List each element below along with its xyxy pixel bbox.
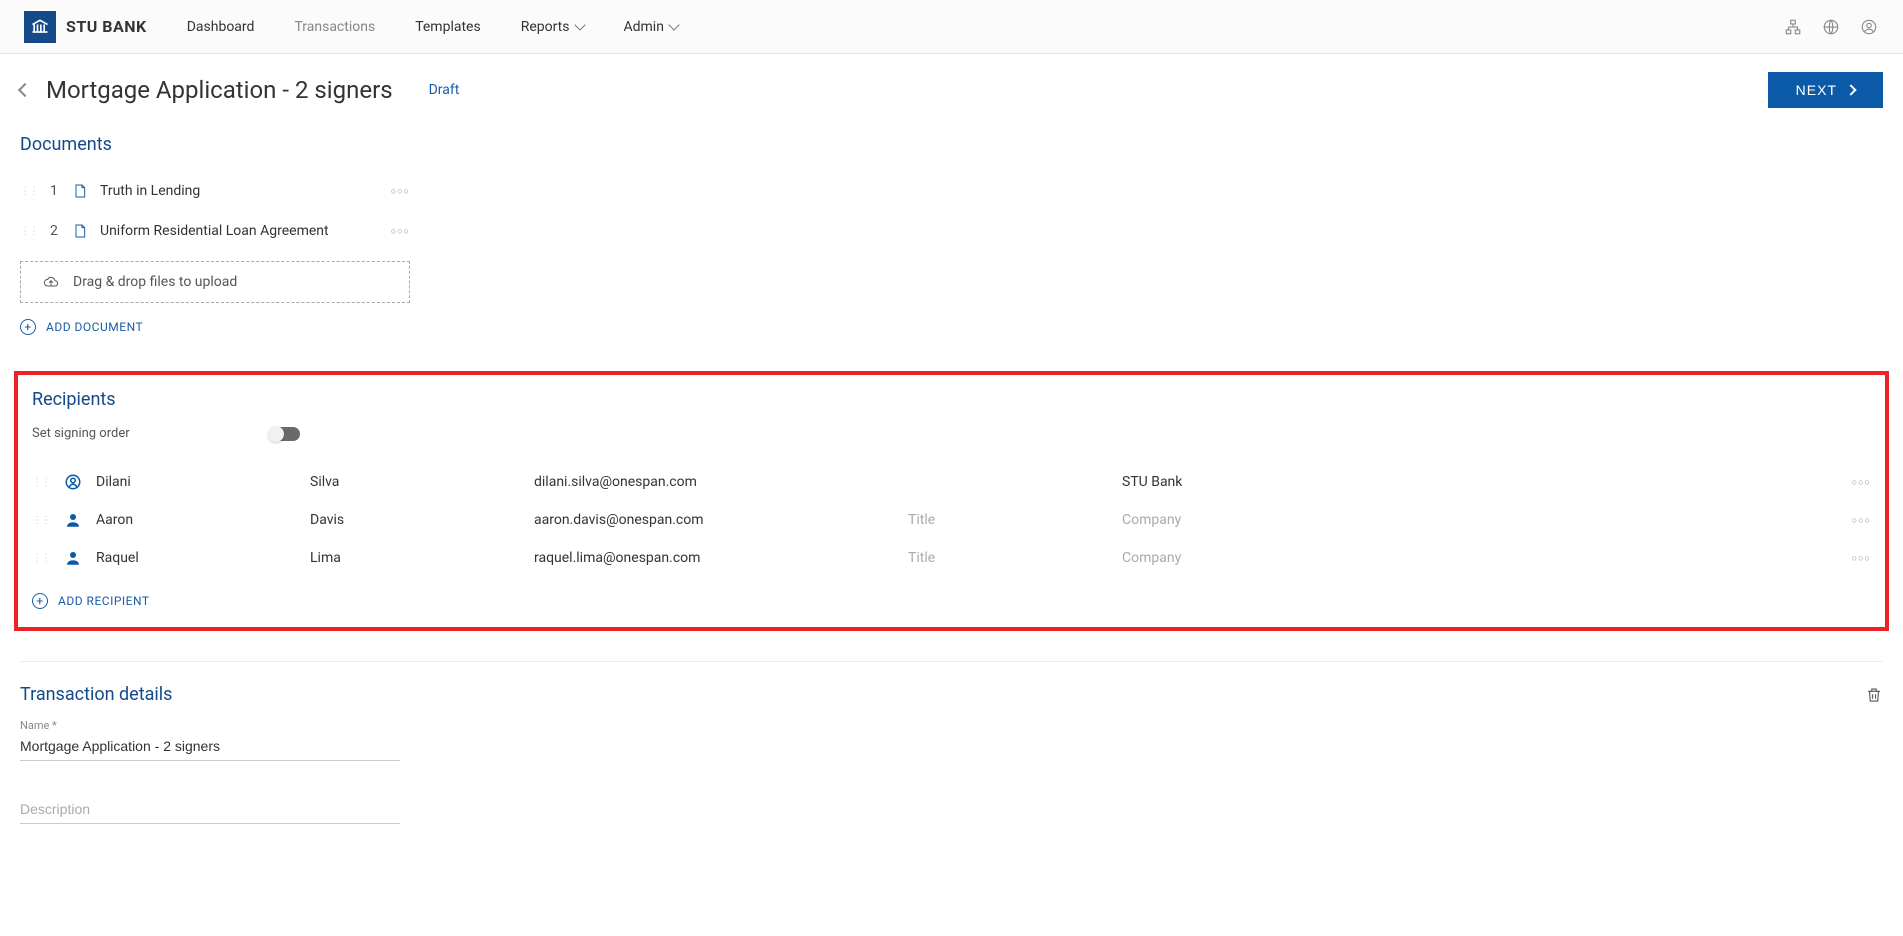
add-recipient-button[interactable]: + ADD RECIPIENT xyxy=(32,593,1871,609)
recipient-first-name[interactable]: Dilani xyxy=(96,474,296,490)
nav-dashboard[interactable]: Dashboard xyxy=(187,19,255,35)
drag-handle-icon[interactable]: ⋮⋮ xyxy=(20,226,38,237)
nav-admin-label: Admin xyxy=(624,19,664,35)
user-icon[interactable] xyxy=(1859,17,1879,37)
document-name[interactable]: Uniform Residential Loan Agreement xyxy=(100,223,379,239)
recipient-title[interactable]: Title xyxy=(908,512,1108,528)
recipient-row: ⋮⋮ Aaron Davis aaron.davis@onespan.com T… xyxy=(32,501,1871,539)
name-field-group: Name * xyxy=(20,719,400,761)
recipient-row: ⋮⋮ Raquel Lima raquel.lima@onespan.com T… xyxy=(32,539,1871,577)
main-nav: Dashboard Transactions Templates Reports… xyxy=(187,19,678,35)
description-input[interactable] xyxy=(20,795,400,824)
file-icon xyxy=(72,221,88,241)
recipients-section: Recipients Set signing order ⋮⋮ Dilani S… xyxy=(14,371,1889,631)
drag-handle-icon[interactable]: ⋮⋮ xyxy=(32,515,50,526)
upload-dropzone[interactable]: Drag & drop files to upload xyxy=(20,261,410,303)
more-icon[interactable]: ○○○ xyxy=(391,186,410,197)
header-actions xyxy=(1783,17,1879,37)
chevron-right-icon xyxy=(1845,84,1856,95)
dropzone-label: Drag & drop files to upload xyxy=(73,274,237,290)
delete-icon[interactable] xyxy=(1865,685,1883,705)
divider xyxy=(20,661,1883,662)
recipient-title[interactable]: Title xyxy=(908,550,1108,566)
nav-reports-label: Reports xyxy=(521,19,570,35)
recipient-email[interactable]: aaron.davis@onespan.com xyxy=(534,512,894,528)
document-name[interactable]: Truth in Lending xyxy=(100,183,379,199)
recipient-email[interactable]: dilani.silva@onespan.com xyxy=(534,474,894,490)
recipient-first-name[interactable]: Raquel xyxy=(96,550,296,566)
bank-icon xyxy=(24,11,56,43)
chevron-down-icon xyxy=(574,19,585,30)
more-icon[interactable]: ○○○ xyxy=(1852,515,1871,526)
file-icon xyxy=(72,181,88,201)
nav-templates[interactable]: Templates xyxy=(415,19,481,35)
document-row: ⋮⋮ 2 Uniform Residential Loan Agreement … xyxy=(20,211,410,251)
document-index: 2 xyxy=(50,223,60,239)
nav-reports[interactable]: Reports xyxy=(521,19,584,35)
drag-handle-icon[interactable]: ⋮⋮ xyxy=(32,553,50,564)
signing-order-label: Set signing order xyxy=(32,426,130,441)
person-icon xyxy=(64,511,82,529)
drag-handle-icon[interactable]: ⋮⋮ xyxy=(20,186,38,197)
owner-icon xyxy=(64,473,82,491)
plus-circle-icon: + xyxy=(20,319,36,335)
document-list: ⋮⋮ 1 Truth in Lending ○○○ ⋮⋮ 2 Uniform R… xyxy=(20,171,1883,251)
signing-order-row: Set signing order xyxy=(32,426,1871,441)
next-button-label: NEXT xyxy=(1796,82,1837,98)
brand-name: STU BANK xyxy=(66,17,147,36)
document-index: 1 xyxy=(50,183,60,199)
cloud-upload-icon xyxy=(41,274,61,290)
recipient-email[interactable]: raquel.lima@onespan.com xyxy=(534,550,894,566)
recipient-row: ⋮⋮ Dilani Silva dilani.silva@onespan.com… xyxy=(32,463,1871,501)
recipient-last-name[interactable]: Silva xyxy=(310,474,520,490)
name-input[interactable] xyxy=(20,732,400,761)
details-heading: Transaction details xyxy=(20,684,172,705)
more-icon[interactable]: ○○○ xyxy=(1852,477,1871,488)
more-icon[interactable]: ○○○ xyxy=(391,226,410,237)
add-document-button[interactable]: + ADD DOCUMENT xyxy=(20,319,1883,335)
documents-heading: Documents xyxy=(20,134,1883,155)
chevron-down-icon xyxy=(668,19,679,30)
nav-admin[interactable]: Admin xyxy=(624,19,678,35)
drag-handle-icon[interactable]: ⋮⋮ xyxy=(32,477,50,488)
document-row: ⋮⋮ 1 Truth in Lending ○○○ xyxy=(20,171,410,211)
title-row: Mortgage Application - 2 signers Draft N… xyxy=(20,72,1883,108)
nav-transactions[interactable]: Transactions xyxy=(294,19,375,35)
signing-order-toggle[interactable] xyxy=(270,427,300,441)
person-icon xyxy=(64,549,82,567)
recipient-first-name[interactable]: Aaron xyxy=(96,512,296,528)
more-icon[interactable]: ○○○ xyxy=(1852,553,1871,564)
name-label: Name * xyxy=(20,719,400,732)
add-document-label: ADD DOCUMENT xyxy=(46,320,143,334)
plus-circle-icon: + xyxy=(32,593,48,609)
recipient-last-name[interactable]: Davis xyxy=(310,512,520,528)
next-button[interactable]: NEXT xyxy=(1768,72,1883,108)
add-recipient-label: ADD RECIPIENT xyxy=(58,594,150,608)
globe-icon[interactable] xyxy=(1821,17,1841,37)
recipient-company[interactable]: Company xyxy=(1122,512,1322,528)
sitemap-icon[interactable] xyxy=(1783,17,1803,37)
recipient-company[interactable]: Company xyxy=(1122,550,1322,566)
description-field-group xyxy=(20,795,400,824)
recipient-last-name[interactable]: Lima xyxy=(310,550,520,566)
back-button[interactable] xyxy=(18,83,32,97)
status-badge: Draft xyxy=(429,82,460,98)
content-area: Mortgage Application - 2 signers Draft N… xyxy=(0,54,1903,842)
app-header: STU BANK Dashboard Transactions Template… xyxy=(0,0,1903,54)
details-title-row: Transaction details xyxy=(20,684,1883,705)
recipients-heading: Recipients xyxy=(32,389,1871,410)
page-title: Mortgage Application - 2 signers xyxy=(46,76,393,104)
brand-logo: STU BANK xyxy=(24,11,147,43)
recipient-company[interactable]: STU Bank xyxy=(1122,474,1322,490)
